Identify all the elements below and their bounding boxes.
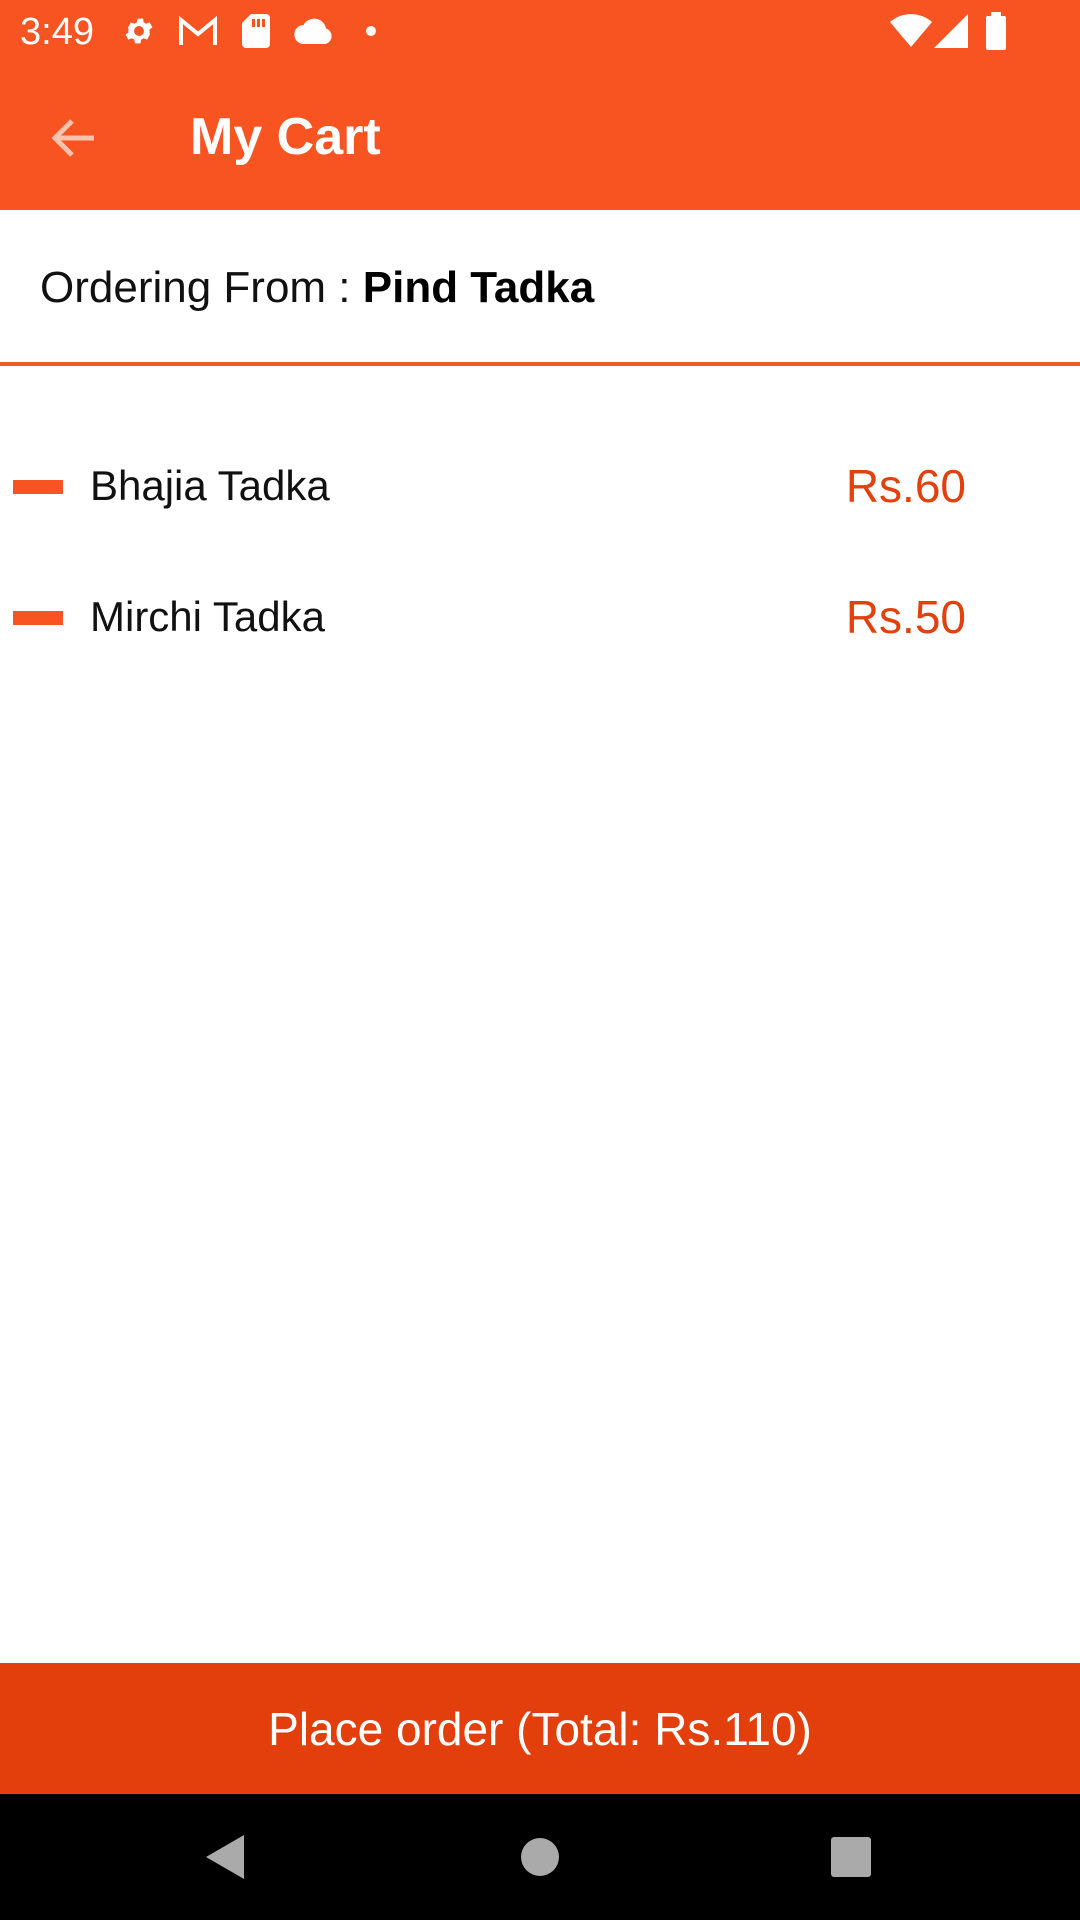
status-time: 3:49 bbox=[20, 11, 94, 53]
wifi-icon bbox=[890, 14, 932, 47]
page-title: My Cart bbox=[190, 108, 381, 166]
recents-square-icon bbox=[831, 1837, 871, 1877]
ordering-from-text: Ordering From : Pind Tadka bbox=[40, 262, 594, 314]
cart-item[interactable]: Mirchi Tadka Rs.50 bbox=[0, 569, 1080, 669]
status-bar: 3:49 bbox=[0, 0, 1080, 63]
nav-back-button[interactable] bbox=[192, 1824, 258, 1890]
cloud-icon bbox=[294, 18, 332, 44]
ordering-from-section: Ordering From : Pind Tadka bbox=[0, 210, 1080, 366]
item-price: Rs.60 bbox=[845, 460, 966, 512]
item-name: Bhajia Tadka bbox=[90, 462, 330, 509]
cart-item[interactable]: Bhajia Tadka Rs.60 bbox=[0, 438, 1080, 538]
system-nav-bar bbox=[0, 1794, 1080, 1920]
item-marker bbox=[13, 480, 63, 494]
battery-icon bbox=[986, 12, 1006, 50]
ordering-from-label: Ordering From : bbox=[40, 263, 363, 312]
back-triangle-icon bbox=[206, 1835, 244, 1879]
signal-icon bbox=[934, 14, 968, 48]
gear-icon bbox=[125, 18, 153, 44]
sd-card-icon bbox=[242, 14, 270, 48]
item-price: Rs.50 bbox=[845, 591, 966, 643]
item-name: Mirchi Tadka bbox=[90, 593, 325, 640]
arrow-left-icon bbox=[51, 119, 94, 157]
nav-recents-button[interactable] bbox=[818, 1824, 884, 1890]
gmail-icon bbox=[179, 16, 217, 45]
app-bar: My Cart bbox=[0, 63, 1080, 210]
nav-home-button[interactable] bbox=[507, 1824, 573, 1890]
restaurant-name: Pind Tadka bbox=[362, 263, 595, 312]
dot-icon bbox=[366, 26, 376, 36]
home-circle-icon bbox=[521, 1838, 559, 1876]
cart-screen: 3:49 My Cart Ordering From: Pind Tadka … bbox=[0, 0, 1080, 1920]
place-order-label: Place order (Total: Rs.110) bbox=[268, 1702, 812, 1755]
back-button[interactable] bbox=[38, 103, 108, 173]
item-marker bbox=[13, 611, 63, 625]
place-order-button[interactable]: Place order (Total: Rs.110) bbox=[0, 1663, 1080, 1794]
